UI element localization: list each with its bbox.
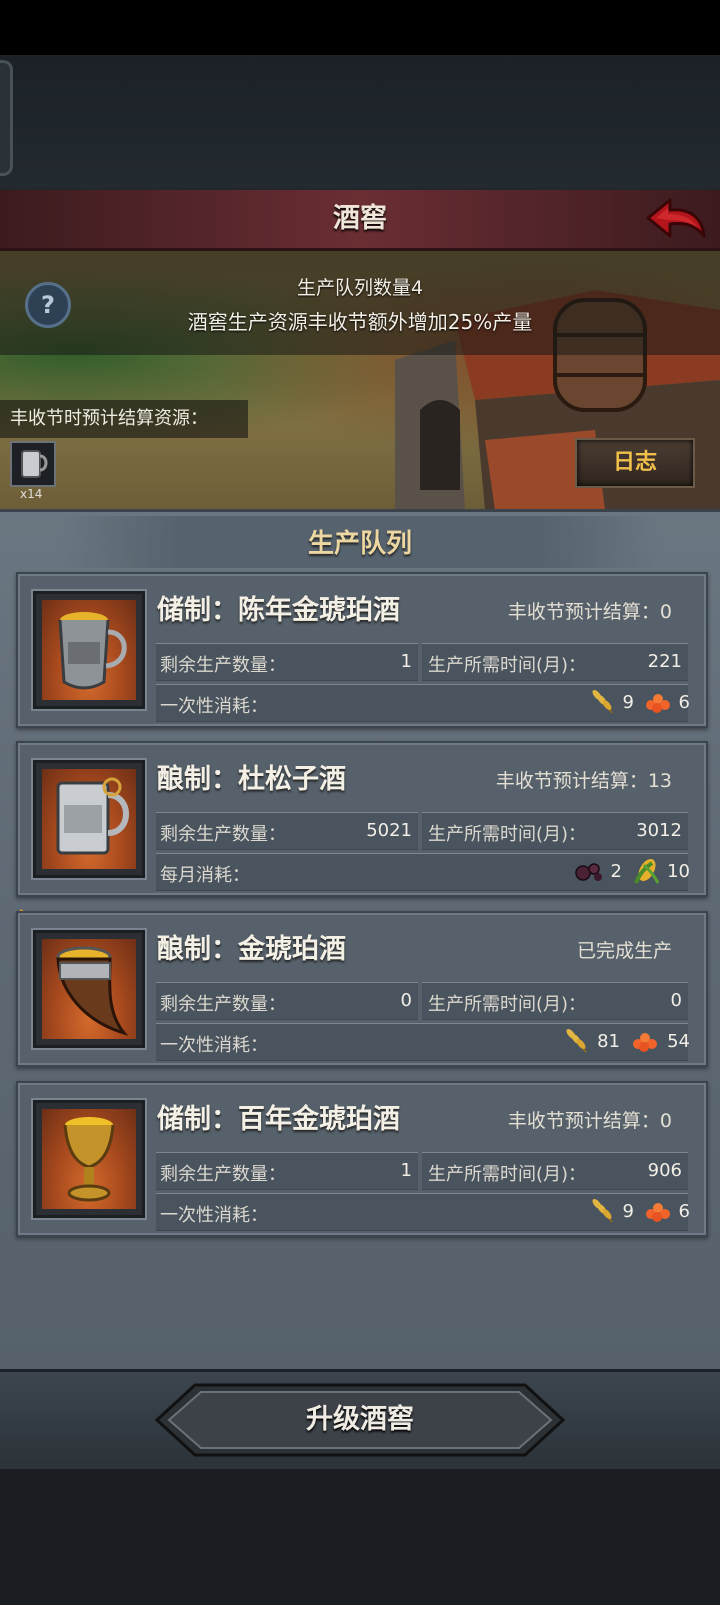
cost-a-value: 9 — [622, 692, 634, 713]
log-button[interactable]: 日志 — [575, 438, 695, 488]
remaining-label: 剩余生产数量： — [160, 1164, 286, 1185]
remaining-label: 剩余生产数量： — [160, 994, 286, 1015]
queue-count-text: 生产队列数量4 — [296, 277, 424, 299]
top-background — [0, 55, 720, 190]
drinking-horn-icon — [56, 946, 129, 1036]
time-label: 生产所需时间(月)： — [428, 1164, 587, 1185]
remaining-value: 1 — [400, 651, 412, 672]
item-title: 储制：百年金琥珀酒 — [157, 1104, 400, 1135]
item-thumbnail — [33, 760, 145, 878]
cost-label: 一次性消耗： — [160, 1205, 268, 1226]
status-bar — [0, 0, 720, 55]
pewter-mug-icon — [56, 777, 129, 855]
harvest-bonus-text: 酒窖生产资源丰收节额外增加25%产量 — [187, 310, 533, 334]
remaining-value: 5021 — [366, 820, 412, 841]
cost-a-value: 81 — [597, 1031, 620, 1052]
back-arrow-icon[interactable] — [644, 196, 708, 242]
upgrade-button-label[interactable]: 升级酒窖 — [155, 1383, 565, 1457]
item-status: 丰收节预计结算：0 — [507, 601, 672, 623]
time-label: 生产所需时间(月)： — [428, 994, 587, 1015]
item-title: 储制：陈年金琥珀酒 — [157, 595, 400, 626]
time-value: 906 — [647, 1160, 682, 1181]
cost-a-value: 2 — [610, 861, 622, 882]
cost-b-value: 6 — [678, 1201, 690, 1222]
resource-count: x14 — [20, 487, 43, 501]
bottom-background — [0, 1469, 720, 1605]
remaining-value: 1 — [400, 1160, 412, 1181]
remaining-value: 0 — [400, 990, 412, 1011]
time-label: 生产所需时间(月)： — [428, 824, 587, 845]
side-tab — [0, 60, 13, 176]
cost-b-value: 6 — [678, 692, 690, 713]
item-title: 酿制：杜松子酒 — [157, 764, 346, 795]
banner-info-band — [0, 251, 720, 355]
item-thumbnail — [33, 1100, 145, 1218]
time-label: 生产所需时间(月)： — [428, 655, 587, 676]
cost-label: 一次性消耗： — [160, 696, 268, 717]
harvest-resource-label: 丰收节时预计结算资源： — [0, 400, 248, 438]
item-thumbnail — [33, 930, 145, 1048]
cost-a-value: 9 — [622, 1201, 634, 1222]
item-status: 丰收节预计结算：0 — [507, 1110, 672, 1132]
time-value: 0 — [670, 990, 682, 1011]
time-value: 3012 — [636, 820, 682, 841]
cost-b-value: 10 — [667, 861, 690, 882]
mug-icon[interactable] — [10, 441, 56, 487]
remaining-label: 剩余生产数量： — [160, 824, 286, 845]
item-status: 丰收节预计结算：13 — [495, 770, 672, 792]
item-thumbnail — [33, 591, 145, 709]
golden-goblet-icon — [63, 1117, 115, 1202]
tankard-icon — [58, 612, 127, 690]
cost-label: 每月消耗： — [160, 865, 250, 886]
cost-label: 一次性消耗： — [160, 1035, 268, 1056]
page-title: 酒窖 — [333, 203, 387, 234]
time-value: 221 — [647, 651, 682, 672]
item-title: 酿制：金琥珀酒 — [157, 934, 346, 965]
cost-b-value: 54 — [667, 1031, 690, 1052]
queue-title: 生产队列 — [307, 529, 412, 559]
remaining-label: 剩余生产数量： — [160, 655, 286, 676]
header-bar: 酒窖 — [0, 190, 720, 251]
item-status: 已完成生产 — [576, 940, 672, 962]
